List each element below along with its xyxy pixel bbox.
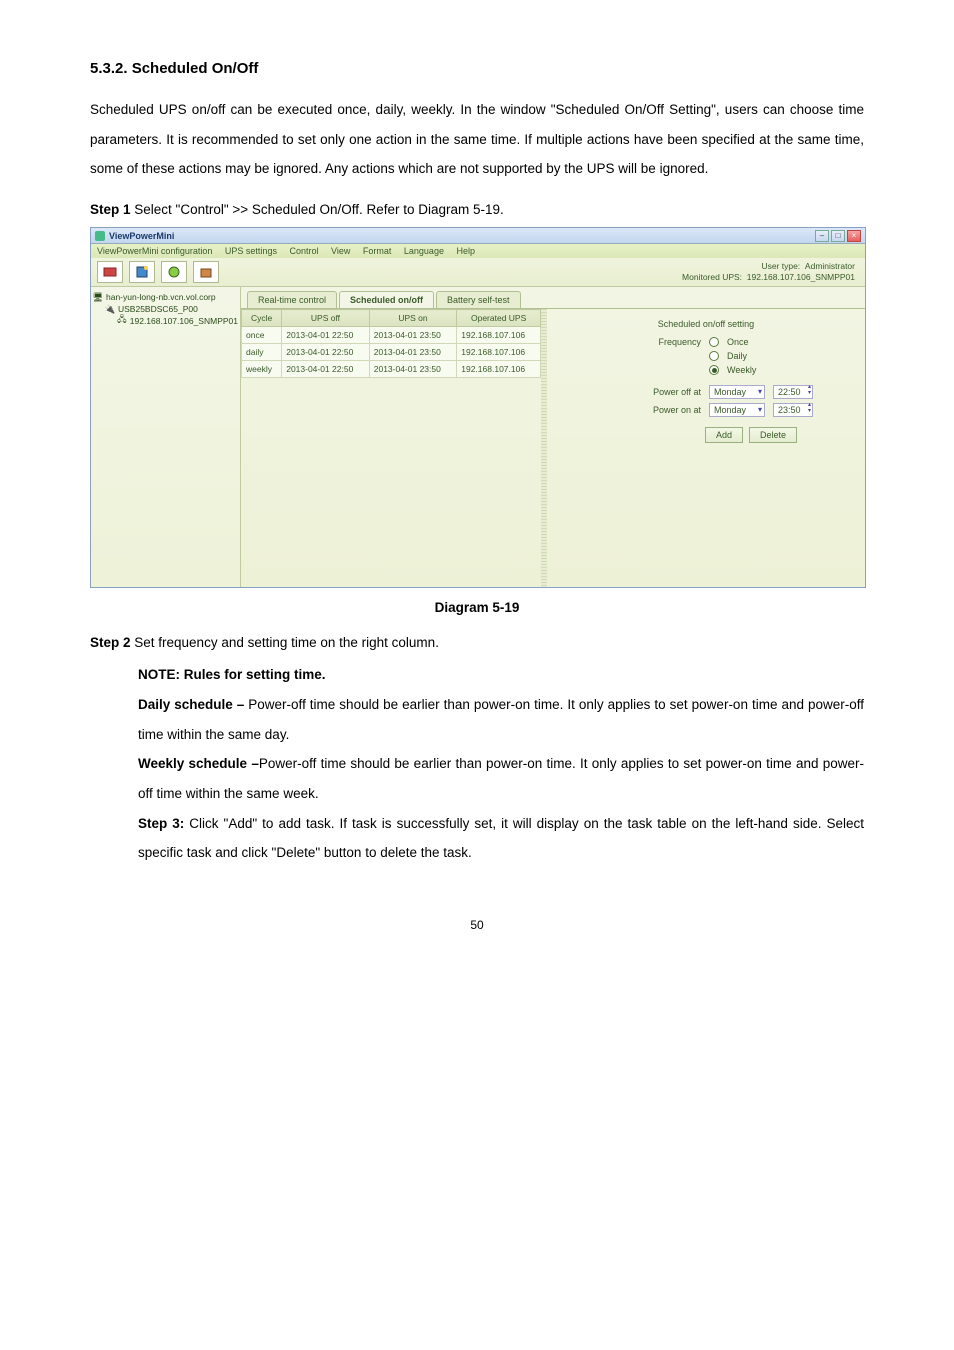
poweroff-day-select[interactable]: Monday [709, 385, 765, 399]
step3-note: Step 3: Click "Add" to add task. If task… [138, 809, 864, 868]
poweroff-label: Power off at [635, 387, 701, 397]
radio-once-label: Once [727, 337, 749, 347]
poweron-label: Power on at [635, 405, 701, 415]
schedule-table-pane: Cycle UPS off UPS on Operated UPS once 2… [241, 309, 541, 587]
monitored-value: 192.168.107.106_SNMPP01 [747, 272, 855, 282]
radio-once[interactable] [709, 337, 719, 347]
step2-text: Set frequency and setting time on the ri… [131, 635, 439, 650]
step3-label: Step 3: [138, 816, 184, 831]
minimize-button[interactable]: – [815, 230, 829, 242]
section-heading: 5.3.2. Scheduled On/Off [90, 60, 864, 77]
frequency-label: Frequency [635, 337, 701, 347]
daily-label: Daily schedule – [138, 697, 244, 712]
step2-label: Step 2 [90, 635, 131, 650]
form-title: Scheduled on/off setting [555, 319, 857, 329]
plug-icon: 🔌 [105, 304, 115, 314]
poweron-day-select[interactable]: Monday [709, 403, 765, 417]
delete-button[interactable]: Delete [749, 427, 797, 443]
toolbar-icon-1[interactable] [97, 261, 123, 283]
step2-line: Step 2 Set frequency and setting time on… [90, 635, 864, 650]
poweron-time-spinner[interactable]: 23:50 [773, 403, 813, 417]
poweroff-time-spinner[interactable]: 22:50 [773, 385, 813, 399]
tree-child-snmp[interactable]: 🖧 192.168.107.106_SNMPP01 [93, 315, 238, 327]
radio-weekly[interactable] [709, 365, 719, 375]
col-ups-off[interactable]: UPS off [282, 310, 370, 327]
computer-icon: 🖥 [93, 292, 103, 302]
toolbar-icon-2[interactable] [129, 261, 155, 283]
schedule-form: Scheduled on/off setting Frequency Once … [547, 309, 865, 587]
tree-root-label: han-yun-long-nb.vcn.vol.corp [106, 292, 216, 302]
menu-control[interactable]: Control [289, 246, 318, 256]
menu-view[interactable]: View [331, 246, 350, 256]
page-number: 50 [90, 918, 864, 932]
tree-child-usb[interactable]: 🔌 USB25BDSC65_P00 [93, 303, 238, 315]
network-icon: 🖧 [117, 316, 127, 326]
tree-root[interactable]: 🖥 han-yun-long-nb.vcn.vol.corp [93, 291, 238, 303]
user-type-value: Administrator [805, 261, 855, 271]
toolbar-icon-3[interactable] [161, 261, 187, 283]
schedule-table: Cycle UPS off UPS on Operated UPS once 2… [241, 309, 541, 378]
step1-line: Step 1 Select "Control" >> Scheduled On/… [90, 202, 864, 217]
weekly-schedule-note: Weekly schedule –Power-off time should b… [138, 749, 864, 808]
daily-schedule-note: Daily schedule – Power-off time should b… [138, 690, 864, 749]
col-operated-ups[interactable]: Operated UPS [457, 310, 541, 327]
toolbar-icon-4[interactable] [193, 261, 219, 283]
step1-label: Step 1 [90, 202, 131, 217]
user-type-label: User type: [761, 261, 800, 271]
radio-daily[interactable] [709, 351, 719, 361]
close-button[interactable]: × [847, 230, 861, 242]
menu-help[interactable]: Help [456, 246, 475, 256]
radio-weekly-label: Weekly [727, 365, 756, 375]
table-row[interactable]: once 2013-04-01 22:50 2013-04-01 23:50 1… [242, 327, 541, 344]
table-row[interactable]: weekly 2013-04-01 22:50 2013-04-01 23:50… [242, 361, 541, 378]
radio-daily-label: Daily [727, 351, 747, 361]
content-pane: Real-time control Scheduled on/off Batte… [241, 287, 865, 587]
weekly-label: Weekly schedule – [138, 756, 259, 771]
menu-format[interactable]: Format [363, 246, 392, 256]
window-title: ViewPowerMini [109, 231, 174, 241]
menubar: ViewPowerMini configuration UPS settings… [91, 244, 865, 258]
step1-text: Select "Control" >> Scheduled On/Off. Re… [131, 202, 504, 217]
menu-language[interactable]: Language [404, 246, 444, 256]
tab-battery-selftest[interactable]: Battery self-test [436, 291, 521, 308]
titlebar: ViewPowerMini – □ × [91, 228, 865, 244]
tree-child2-label: 192.168.107.106_SNMPP01 [130, 316, 238, 326]
app-window: ViewPowerMini – □ × ViewPowerMini config… [90, 227, 866, 588]
diagram-caption: Diagram 5-19 [90, 600, 864, 615]
col-cycle[interactable]: Cycle [242, 310, 282, 327]
menu-ups-settings[interactable]: UPS settings [225, 246, 277, 256]
note-rules-heading: NOTE: Rules for setting time. [138, 660, 864, 690]
daily-text: Power-off time should be earlier than po… [138, 697, 864, 742]
intro-paragraph: Scheduled UPS on/off can be executed onc… [90, 95, 864, 184]
headerbar: User type: Administrator Monitored UPS: … [91, 258, 865, 287]
tab-scheduled[interactable]: Scheduled on/off [339, 291, 434, 308]
col-ups-on[interactable]: UPS on [369, 310, 457, 327]
notes-block: NOTE: Rules for setting time. Daily sche… [138, 660, 864, 868]
tab-realtime[interactable]: Real-time control [247, 291, 337, 308]
table-row[interactable]: daily 2013-04-01 22:50 2013-04-01 23:50 … [242, 344, 541, 361]
tree-child1-label: USB25BDSC65_P00 [118, 304, 198, 314]
tree-pane: 🖥 han-yun-long-nb.vcn.vol.corp 🔌 USB25BD… [91, 287, 241, 587]
maximize-button[interactable]: □ [831, 230, 845, 242]
add-button[interactable]: Add [705, 427, 743, 443]
monitored-label: Monitored UPS: [682, 272, 742, 282]
app-icon [95, 231, 105, 241]
step3-text: Click "Add" to add task. If task is succ… [138, 816, 864, 861]
menu-config[interactable]: ViewPowerMini configuration [97, 246, 212, 256]
